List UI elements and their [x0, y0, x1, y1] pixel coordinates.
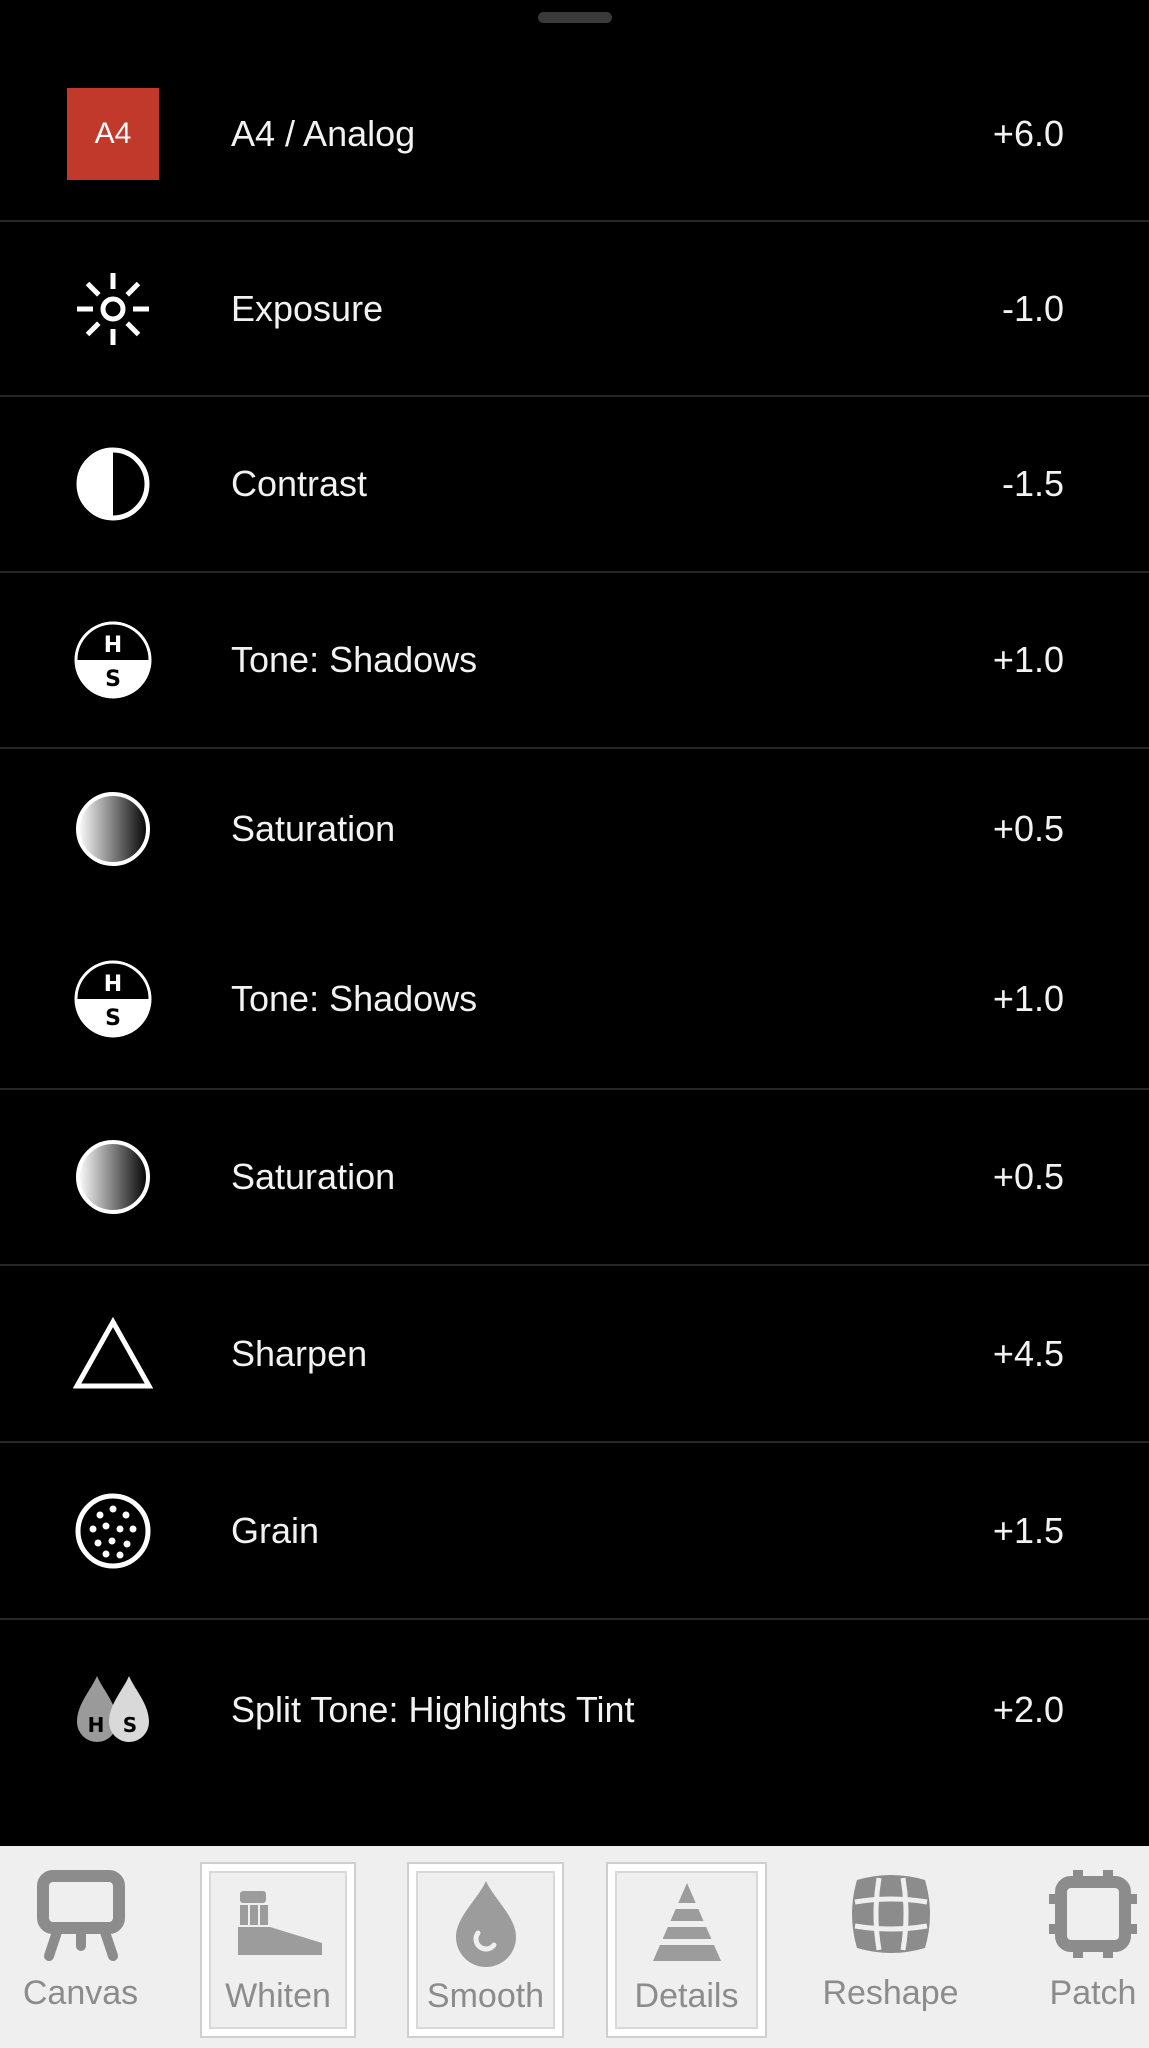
hs-top-glyph: H	[104, 633, 122, 658]
contrast-half-circle-icon	[67, 438, 159, 530]
canvas-easel-icon	[31, 1864, 131, 1964]
split-tone-drops-icon: H S	[67, 1664, 159, 1756]
tool-patch[interactable]: Patch	[1040, 1864, 1146, 2034]
tone-hs-icon: H S	[67, 614, 159, 706]
tool-label: Patch	[1049, 1974, 1137, 2012]
tool-label: Details	[634, 1977, 739, 2015]
tool-whiten[interactable]: Whiten	[202, 1864, 354, 2036]
details-cone-icon	[637, 1873, 737, 1973]
saturation-gradient-icon	[67, 1131, 159, 1223]
adjustment-value: +6.0	[992, 113, 1064, 154]
adjustment-label: Tone: Shadows	[231, 639, 478, 680]
saturation-gradient-icon	[67, 783, 159, 875]
adjustment-label: A4 / Analog	[231, 113, 416, 154]
adjustment-label: Contrast	[231, 463, 368, 504]
tool-label: Canvas	[22, 1974, 139, 2012]
adjustment-label: Exposure	[231, 287, 384, 329]
adjustment-row[interactable]: Sharpen +4.5	[0, 1266, 1149, 1443]
tool-label: Whiten	[225, 1977, 331, 2015]
adjustment-value: -1.0	[1001, 287, 1064, 329]
adjustment-row[interactable]: Grain +1.5	[0, 1443, 1149, 1620]
split-tone-h-glyph: H	[88, 1713, 105, 1737]
adjustment-value: +0.5	[992, 808, 1064, 849]
tool-label: Smooth	[426, 1977, 545, 2015]
smooth-drop-icon	[436, 1873, 536, 1973]
whiten-toothbrush-icon	[228, 1873, 328, 1973]
adjustment-value: +0.5	[992, 1156, 1064, 1197]
adjustments-list: A4 A4 / Analog +6.0 Exposure -1.0 Contra…	[0, 0, 1149, 1846]
hs-bottom-glyph: S	[105, 1006, 121, 1031]
reshape-grid-icon	[841, 1864, 941, 1964]
adjustment-label: Split Tone: Highlights Tint	[231, 1689, 635, 1730]
adjustment-row[interactable]: A4 A4 / Analog +6.0	[0, 48, 1149, 222]
sharpen-triangle-icon	[67, 1308, 159, 1400]
exposure-sun-icon	[67, 263, 159, 355]
tool-smooth[interactable]: Smooth	[409, 1864, 562, 2036]
patch-bandage-icon	[1043, 1864, 1143, 1964]
adjustment-label: Grain	[231, 1509, 320, 1551]
preset-badge: A4	[67, 88, 159, 180]
adjustment-label: Saturation	[231, 1156, 396, 1197]
adjustment-label: Sharpen	[231, 1332, 368, 1374]
adjustment-row[interactable]: Saturation +0.5	[0, 749, 1149, 909]
adjustment-value: +1.5	[992, 1509, 1064, 1551]
adjustment-value: +1.0	[992, 977, 1064, 1019]
adjustment-value: +4.5	[992, 1332, 1064, 1374]
adjustment-row[interactable]: Contrast -1.5	[0, 397, 1149, 573]
adjustment-label: Saturation	[231, 808, 396, 849]
adjustment-row[interactable]: Saturation +0.5	[0, 1090, 1149, 1266]
tone-hs-icon: H S	[67, 953, 159, 1045]
preset-badge-icon: A4	[67, 88, 159, 180]
bottom-tool-bar: Canvas Whiten Smooth Details Reshape Pat…	[0, 1846, 1149, 2048]
adjustment-value: -1.5	[1001, 463, 1064, 504]
adjustment-row[interactable]: H S Tone: Shadows +1.0	[0, 573, 1149, 749]
tool-reshape[interactable]: Reshape	[808, 1864, 973, 2034]
split-tone-s-glyph: S	[123, 1713, 137, 1737]
adjustment-label: Tone: Shadows	[231, 977, 478, 1019]
tool-canvas[interactable]: Canvas	[8, 1864, 153, 2034]
adjustment-row[interactable]: H S Tone: Shadows +1.0	[0, 909, 1149, 1090]
adjustment-value: +2.0	[992, 1689, 1064, 1730]
adjustment-row[interactable]: Exposure -1.0	[0, 222, 1149, 397]
hs-top-glyph: H	[104, 972, 122, 997]
tool-details[interactable]: Details	[608, 1864, 765, 2036]
grain-dots-icon	[67, 1485, 159, 1577]
tool-label: Reshape	[822, 1974, 959, 2012]
adjustment-value: +1.0	[992, 639, 1064, 680]
hs-bottom-glyph: S	[105, 667, 121, 692]
adjustment-row[interactable]: H S Split Tone: Highlights Tint +2.0	[0, 1620, 1149, 1800]
